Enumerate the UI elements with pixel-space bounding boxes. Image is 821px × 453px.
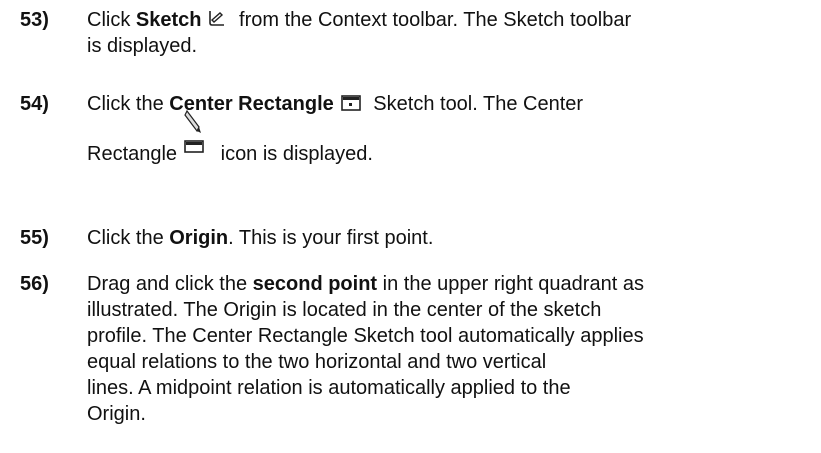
- text-line: equal relations to the two horizontal an…: [87, 351, 547, 373]
- text-span: from the Context toolbar. The Sketch too…: [233, 9, 632, 31]
- step-number: 54): [20, 93, 49, 115]
- text-span: Click the: [87, 227, 170, 249]
- step-text: Drag and click the second point in the u…: [87, 271, 644, 427]
- text-line: is displayed.: [87, 35, 198, 57]
- text-span: Rectangle: [87, 143, 178, 165]
- text-line: lines. A midpoint relation is automatica…: [87, 377, 571, 399]
- text-span: Click: [87, 9, 136, 31]
- text-span: Sketch tool. The Center: [367, 93, 584, 115]
- sketch-icon: [207, 9, 227, 36]
- text-line: Origin.: [87, 403, 146, 425]
- text-line: illustrated. The Origin is located in th…: [87, 299, 602, 321]
- step-text: Click the Origin. This is your first poi…: [87, 225, 433, 251]
- step-text: Click Sketch from the Context toolbar. T…: [87, 7, 631, 59]
- text-span: icon is displayed.: [215, 143, 373, 165]
- text-span: Drag and click the: [87, 273, 253, 295]
- step-number: 56): [20, 273, 49, 295]
- step-text: Click the Center Rectangle Sketch tool. …: [87, 91, 583, 167]
- bold-term: second point: [252, 273, 378, 295]
- center-rectangle-pencil-icon: [183, 109, 209, 163]
- text-span: in the upper right quadrant as: [377, 273, 644, 295]
- text-line: profile. The Center Rectangle Sketch too…: [87, 325, 644, 347]
- step-number: 55): [20, 227, 49, 249]
- step-number: 53): [20, 9, 49, 31]
- bold-term: Origin: [169, 227, 229, 249]
- text-span: Click the: [87, 93, 170, 115]
- center-rectangle-icon: [340, 93, 362, 120]
- text-span: . This is your first point.: [228, 227, 434, 249]
- bold-term: Sketch: [135, 9, 202, 31]
